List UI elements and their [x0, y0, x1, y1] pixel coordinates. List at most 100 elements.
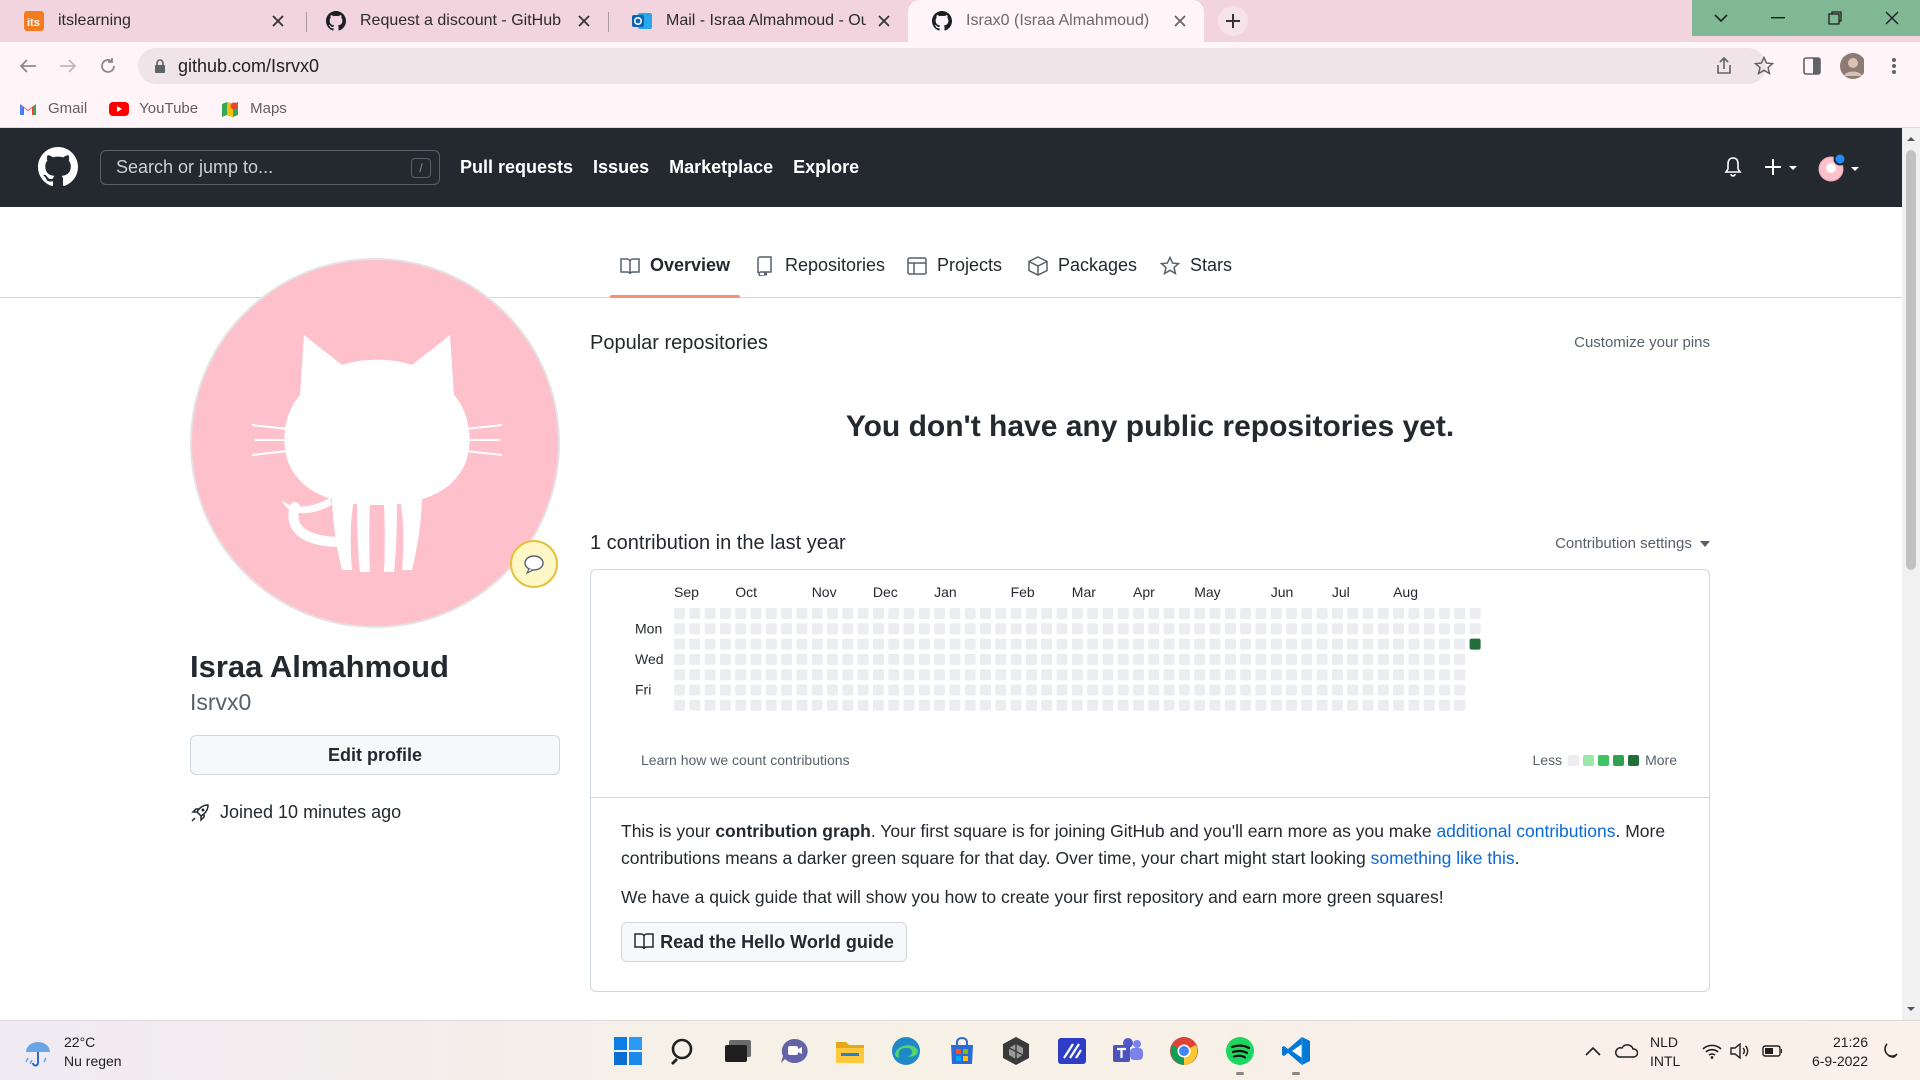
contribution-day[interactable] — [1255, 684, 1267, 696]
contribution-day[interactable] — [1178, 623, 1190, 635]
hello-world-guide-button[interactable]: Read the Hello World guide — [621, 922, 907, 962]
contribution-day[interactable] — [1010, 608, 1022, 619]
contribution-day[interactable] — [980, 669, 991, 681]
nav-marketplace[interactable]: Marketplace — [669, 157, 773, 178]
contribution-day[interactable] — [995, 684, 1007, 696]
contribution-day[interactable] — [1194, 699, 1206, 711]
contribution-day[interactable] — [1087, 638, 1099, 650]
contribution-day[interactable] — [1117, 669, 1129, 681]
contribution-day[interactable] — [1117, 684, 1129, 696]
contribution-day[interactable] — [735, 653, 747, 665]
contribution-day[interactable] — [1301, 684, 1313, 696]
page-scrollbar[interactable] — [1902, 128, 1920, 1020]
contribution-day[interactable] — [1133, 699, 1144, 711]
contribution-day[interactable] — [1224, 608, 1236, 619]
contribution-day[interactable] — [842, 653, 854, 665]
contribution-day[interactable] — [1301, 608, 1313, 619]
contribution-day[interactable] — [1010, 638, 1022, 650]
contribution-day[interactable] — [704, 623, 716, 635]
contribution-day[interactable] — [1393, 684, 1405, 696]
contribution-day[interactable] — [704, 669, 716, 681]
do-not-disturb-moon-icon[interactable] — [1880, 1041, 1900, 1061]
contribution-day[interactable] — [1270, 638, 1282, 650]
contribution-day[interactable] — [719, 653, 731, 665]
contribution-day[interactable] — [1056, 669, 1068, 681]
back-button[interactable] — [16, 54, 40, 78]
contribution-day[interactable] — [1240, 653, 1252, 665]
contribution-day[interactable] — [918, 623, 930, 635]
contribution-day[interactable] — [1331, 623, 1343, 635]
contribution-day[interactable] — [674, 623, 685, 635]
contribution-day[interactable] — [1163, 699, 1175, 711]
contribution-day[interactable] — [781, 608, 793, 619]
contribution-day[interactable] — [689, 623, 701, 635]
contribution-day[interactable] — [1270, 623, 1282, 635]
contribution-day[interactable] — [949, 684, 961, 696]
contribution-day[interactable] — [1209, 638, 1221, 650]
show-hidden-icons-chevron[interactable] — [1583, 1041, 1603, 1061]
contribution-day[interactable] — [796, 653, 808, 665]
contribution-day[interactable] — [719, 608, 731, 619]
contribution-day[interactable] — [1408, 638, 1420, 650]
contribution-day[interactable] — [1423, 608, 1435, 619]
contribution-day[interactable] — [918, 669, 930, 681]
contribution-day[interactable] — [1041, 669, 1053, 681]
contribution-day[interactable] — [964, 653, 976, 665]
contribution-day[interactable] — [719, 699, 731, 711]
contribution-day[interactable] — [1194, 608, 1206, 619]
contribution-day[interactable] — [1102, 608, 1114, 619]
tab-github-profile[interactable]: Israx0 (Israa Almahmoud) — [908, 0, 1204, 42]
github-logo-icon[interactable] — [38, 147, 78, 187]
teams-button[interactable] — [1110, 1033, 1146, 1069]
contribution-day[interactable] — [1439, 684, 1450, 696]
contribution-day[interactable] — [1117, 623, 1129, 635]
scroll-up-arrow-icon[interactable] — [1906, 134, 1916, 144]
contribution-day[interactable] — [1133, 684, 1144, 696]
contribution-day[interactable] — [1316, 699, 1328, 711]
edge-button[interactable] — [888, 1033, 924, 1069]
contribution-day[interactable] — [1377, 608, 1389, 619]
contribution-day[interactable] — [1025, 684, 1037, 696]
contribution-day[interactable] — [1102, 623, 1114, 635]
contribution-day[interactable] — [934, 684, 946, 696]
contribution-day[interactable] — [1056, 623, 1068, 635]
contribution-day[interactable] — [1301, 638, 1313, 650]
contribution-day[interactable] — [1439, 608, 1450, 619]
contribution-day[interactable] — [1071, 684, 1083, 696]
tab-search-button[interactable] — [1692, 0, 1749, 36]
address-bar[interactable]: github.com/Isrvx0 — [138, 48, 1766, 84]
contribution-day[interactable] — [1454, 699, 1466, 711]
contribution-day[interactable] — [888, 653, 900, 665]
contribution-day[interactable] — [1270, 684, 1282, 696]
contribution-day[interactable] — [704, 653, 716, 665]
contribution-day[interactable] — [674, 638, 685, 650]
share-icon[interactable] — [1712, 54, 1736, 78]
contribution-day[interactable] — [1224, 653, 1236, 665]
contribution-day[interactable] — [1347, 684, 1359, 696]
contribution-day[interactable] — [1025, 699, 1037, 711]
contribution-day[interactable] — [1377, 699, 1389, 711]
contribution-day[interactable] — [750, 623, 762, 635]
contribution-day[interactable] — [1194, 684, 1206, 696]
contribution-day[interactable] — [1148, 608, 1160, 619]
contribution-day[interactable] — [872, 669, 884, 681]
contribution-day[interactable] — [872, 684, 884, 696]
contribution-day[interactable] — [674, 653, 685, 665]
contribution-day[interactable] — [1301, 623, 1313, 635]
contribution-day[interactable] — [1117, 638, 1129, 650]
set-status-button[interactable] — [510, 540, 558, 588]
contribution-day[interactable] — [1347, 638, 1359, 650]
contribution-day[interactable] — [1163, 653, 1175, 665]
contribution-day[interactable] — [1240, 623, 1252, 635]
contribution-day[interactable] — [1102, 684, 1114, 696]
contribution-day[interactable] — [903, 608, 915, 619]
contribution-day[interactable] — [888, 638, 900, 650]
close-tab-icon[interactable] — [270, 13, 286, 29]
contribution-day[interactable] — [765, 669, 777, 681]
contribution-day[interactable] — [1331, 608, 1343, 619]
contribution-day[interactable] — [735, 608, 747, 619]
contribution-day[interactable] — [995, 653, 1007, 665]
contribution-day[interactable] — [995, 699, 1007, 711]
contribution-day[interactable] — [1071, 699, 1083, 711]
contribution-day[interactable] — [934, 623, 946, 635]
